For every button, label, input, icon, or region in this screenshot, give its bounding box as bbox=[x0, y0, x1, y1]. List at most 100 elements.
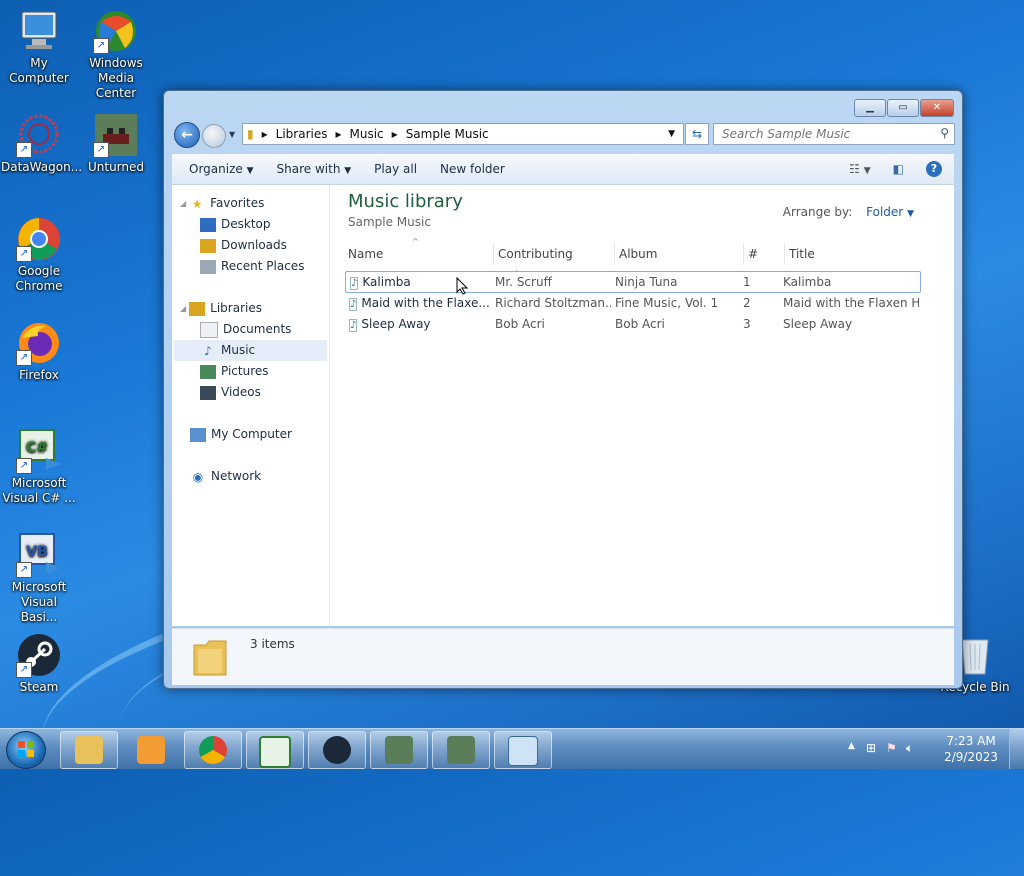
nav-documents[interactable]: Documents bbox=[200, 319, 291, 340]
nav-label: Documents bbox=[223, 322, 292, 336]
volume-icon[interactable]: 🔈︎ bbox=[906, 741, 913, 756]
chrome-icon: ↗ bbox=[16, 216, 62, 262]
taskbar: ▲ ⊞ ⚑ 🔈︎ 7:23 AM 2/9/2023 bbox=[0, 728, 1024, 769]
nav-favorites[interactable]: ◢ ★ Favorites bbox=[180, 193, 264, 214]
preview-pane-icon[interactable]: ◧ bbox=[893, 162, 904, 176]
desktop-icon-datawagon[interactable]: ↗ DataWagon... bbox=[1, 112, 82, 175]
desktop-icon-unturned[interactable]: ↗ Unturned bbox=[78, 112, 154, 175]
breadcrumb-item-music[interactable]: Music bbox=[350, 127, 384, 141]
videos-icon bbox=[200, 385, 216, 400]
minimize-button[interactable]: ▁ bbox=[854, 99, 886, 117]
chevron-down-icon: ▼ bbox=[907, 209, 914, 219]
breadcrumb-item-sample-music[interactable]: Sample Music bbox=[406, 127, 489, 141]
cell-album: Fine Music, Vol. 1 bbox=[615, 296, 719, 310]
column-header-artists[interactable]: Contributing artists bbox=[494, 243, 615, 283]
nav-label: Music bbox=[221, 343, 256, 357]
details-pane: 3 items bbox=[172, 628, 954, 685]
column-header-number[interactable]: # bbox=[744, 243, 785, 265]
history-dropdown-icon[interactable]: ▼ bbox=[229, 130, 235, 139]
clock[interactable]: 7:23 AM 2/9/2023 bbox=[944, 733, 998, 765]
play-all-button[interactable]: Play all bbox=[374, 162, 417, 176]
address-bar[interactable]: ▮ ▸ Libraries ▸ Music ▸ Sample Music ▼ bbox=[242, 123, 684, 145]
action-center-flag-icon[interactable]: ⚑ bbox=[886, 741, 897, 755]
control-panel-icon bbox=[508, 736, 538, 766]
taskbar-unturned[interactable] bbox=[370, 731, 428, 769]
refresh-icon[interactable]: ⇆ bbox=[685, 123, 709, 145]
nav-desktop[interactable]: Desktop bbox=[200, 214, 271, 235]
arrange-by-dropdown[interactable]: Folder ▼ bbox=[866, 205, 914, 219]
search-box[interactable]: ⚲ bbox=[713, 123, 955, 145]
new-folder-button[interactable]: New folder bbox=[440, 162, 505, 176]
nav-label: Network bbox=[211, 469, 262, 483]
table-row[interactable]: ♪ Maid with the Flaxe... Richard Stoltzma… bbox=[345, 293, 919, 313]
visual-basic-icon: VB ↗ bbox=[16, 532, 62, 578]
taskbar-visual-csharp[interactable] bbox=[246, 731, 304, 769]
breadcrumb-separator-icon[interactable]: ▸ bbox=[335, 127, 341, 141]
taskbar-chrome[interactable] bbox=[184, 731, 242, 769]
desktop-icon-label: Google Chrome bbox=[15, 264, 63, 293]
nav-network[interactable]: ◉ Network bbox=[190, 466, 261, 487]
search-icon[interactable]: ⚲ bbox=[940, 126, 949, 140]
cell-album: Ninja Tuna bbox=[615, 275, 678, 289]
desktop-icon-label: DataWagon... bbox=[1, 160, 83, 174]
desktop-icon-media-center[interactable]: ↗ Windows Media Center bbox=[78, 8, 154, 101]
system-tray: ▲ ⊞ ⚑ 🔈︎ 7:23 AM 2/9/2023 bbox=[834, 729, 1024, 769]
taskbar-explorer[interactable] bbox=[60, 731, 118, 769]
desktop-icon-chrome[interactable]: ↗ Google Chrome bbox=[1, 216, 77, 294]
start-button[interactable] bbox=[6, 731, 46, 769]
expand-arrow-icon[interactable]: ◢ bbox=[180, 298, 186, 319]
taskbar-steam[interactable] bbox=[308, 731, 366, 769]
breadcrumb-separator-icon[interactable]: ▸ bbox=[262, 127, 268, 141]
table-row[interactable]: ♪ Kalimba Mr. Scruff Ninja Tuna 1 Kalimba bbox=[345, 271, 921, 293]
column-header-album[interactable]: Album bbox=[615, 243, 744, 265]
computer-icon bbox=[16, 8, 62, 54]
show-hidden-icons-icon[interactable]: ▲ bbox=[848, 741, 855, 751]
desktop-icon-steam[interactable]: ↗ Steam bbox=[1, 632, 77, 695]
datawagon-icon: ↗ bbox=[16, 112, 62, 158]
nav-pictures[interactable]: Pictures bbox=[200, 361, 269, 382]
address-dropdown-icon[interactable]: ▼ bbox=[668, 129, 675, 139]
maximize-button[interactable]: ▭ bbox=[887, 99, 919, 117]
organize-button[interactable]: Organize ▼ bbox=[189, 162, 254, 176]
forward-button[interactable] bbox=[202, 124, 226, 148]
table-row[interactable]: ♪ Sleep Away Bob Acri Bob Acri 3 Sleep Aw… bbox=[345, 314, 919, 334]
taskbar-unturned-2[interactable] bbox=[432, 731, 490, 769]
desktop-icon-firefox[interactable]: ↗ Firefox bbox=[1, 320, 77, 383]
taskbar-media-player[interactable] bbox=[122, 731, 180, 769]
taskbar-control-panel[interactable] bbox=[494, 731, 552, 769]
nav-downloads[interactable]: Downloads bbox=[200, 235, 287, 256]
network-icon[interactable]: ⊞ bbox=[866, 741, 876, 755]
cell-title: Kalimba bbox=[783, 275, 832, 289]
share-with-button[interactable]: Share with ▼ bbox=[277, 162, 352, 176]
cell-name: Maid with the Flaxe... bbox=[361, 296, 490, 310]
desktop-icon-visual-basic[interactable]: VB ↗ Microsoft Visual Basi... bbox=[1, 532, 77, 625]
column-header-title[interactable]: Title bbox=[785, 243, 929, 265]
cell-name: Kalimba bbox=[362, 275, 411, 289]
nav-my-computer[interactable]: My Computer bbox=[190, 424, 292, 445]
help-icon[interactable]: ? bbox=[926, 161, 942, 177]
unturned-icon bbox=[447, 736, 475, 764]
view-options-icon[interactable]: ☷ ▼ bbox=[849, 162, 871, 176]
unturned-icon: ↗ bbox=[93, 112, 139, 158]
desktop-icon-label: Firefox bbox=[19, 368, 59, 382]
nav-music[interactable]: ♪ Music bbox=[174, 340, 327, 361]
nav-recent-places[interactable]: Recent Places bbox=[200, 256, 304, 277]
breadcrumb-separator-icon[interactable]: ▸ bbox=[392, 127, 398, 141]
nav-label: Pictures bbox=[221, 364, 269, 378]
back-button[interactable]: ← bbox=[174, 122, 200, 148]
column-header-name[interactable]: Name bbox=[344, 243, 494, 265]
organize-label: Organize bbox=[189, 162, 243, 176]
nav-videos[interactable]: Videos bbox=[200, 382, 261, 403]
breadcrumb-item-libraries[interactable]: Libraries bbox=[276, 127, 328, 141]
desktop-icon-my-computer[interactable]: My Computer bbox=[1, 8, 77, 86]
documents-icon bbox=[200, 321, 218, 338]
mouse-cursor-icon bbox=[456, 276, 469, 298]
column-headers: Name Contributing artists Album # Title bbox=[344, 243, 936, 283]
nav-libraries[interactable]: ◢ Libraries bbox=[180, 298, 262, 319]
nav-label: Recent Places bbox=[221, 259, 305, 273]
desktop-icon-visual-csharp[interactable]: C# ↗ Microsoft Visual C# ... bbox=[1, 428, 77, 506]
show-desktop-button[interactable] bbox=[1009, 729, 1024, 769]
close-button[interactable]: ✕ bbox=[920, 99, 954, 117]
search-input[interactable] bbox=[720, 126, 924, 142]
expand-arrow-icon[interactable]: ◢ bbox=[180, 193, 186, 214]
